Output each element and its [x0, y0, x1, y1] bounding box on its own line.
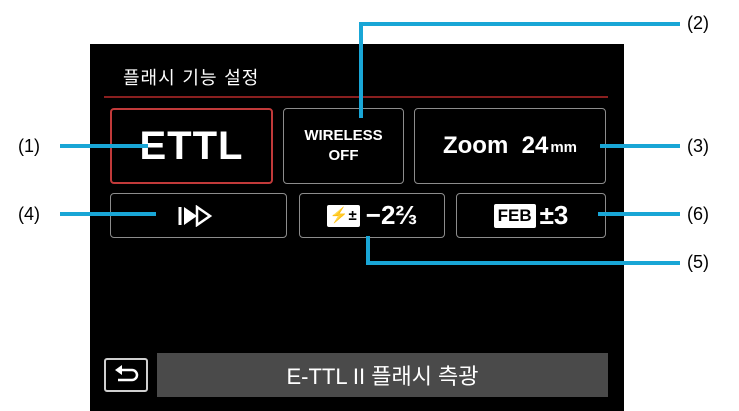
callout-2: (2) — [687, 13, 709, 33]
callout-3: (3) — [687, 136, 709, 156]
callout-6: (6) — [687, 204, 709, 224]
callout-4: (4) — [18, 204, 40, 224]
callout-lines — [60, 22, 680, 265]
callout-1: (1) — [18, 136, 40, 156]
callout-5: (5) — [687, 252, 709, 272]
callout-line-2 — [359, 22, 680, 118]
callout-line-5 — [366, 236, 680, 265]
